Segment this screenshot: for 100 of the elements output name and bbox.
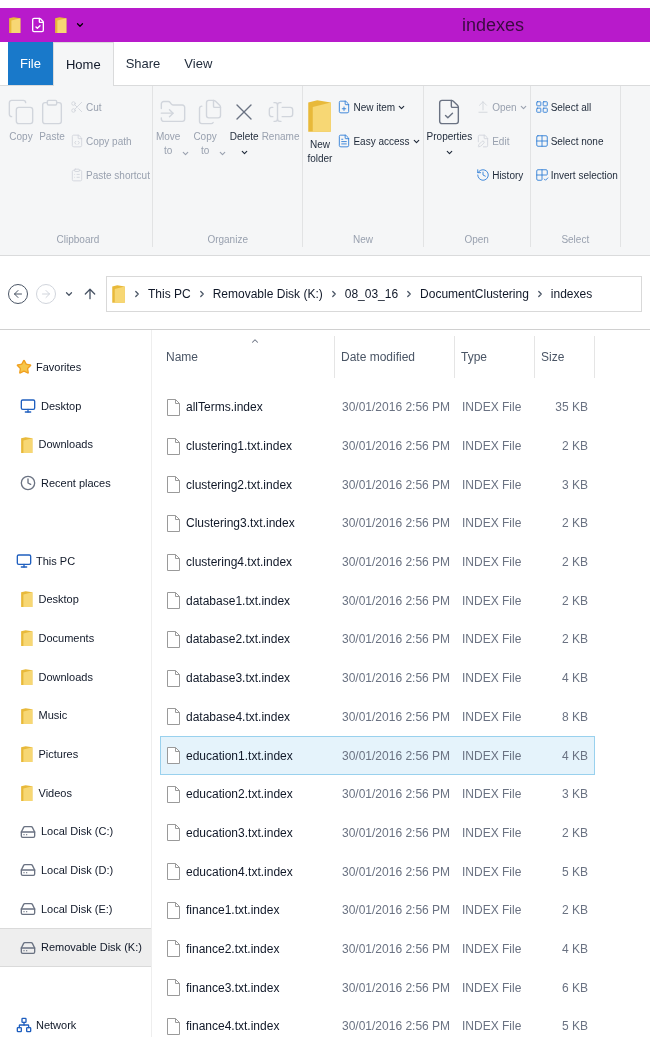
file-size: 4 KB	[561, 747, 589, 765]
ribbon-button[interactable]: Properties	[425, 94, 474, 157]
sidebar-item[interactable]: Network	[0, 1005, 151, 1037]
file-icon	[167, 785, 180, 803]
file-name: database2.txt.index	[186, 631, 291, 649]
ribbon-tab[interactable]: File	[8, 42, 53, 85]
file-icon	[167, 824, 180, 842]
file-row[interactable]: education3.txt.index 30/01/2016 2:56 PM INDEX File 2 KB	[160, 813, 595, 853]
date-modified: 30/01/2016 2:56 PM	[341, 438, 452, 456]
file-row[interactable]: finance3.txt.index 30/01/2016 2:56 PM INDEX File 6 KB	[160, 968, 595, 1007]
computer-icon	[16, 552, 32, 569]
file-row[interactable]: database1.txt.index 30/01/2016 2:56 PM INDEX File 2 KB	[160, 581, 595, 621]
file-row[interactable]: database4.txt.index 30/01/2016 2:56 PM INDEX File 8 KB	[160, 697, 595, 737]
column-header[interactable]: Type	[455, 336, 535, 378]
ribbon-tab[interactable]: View	[172, 42, 225, 85]
date-modified: 30/01/2016 2:56 PM	[341, 708, 452, 726]
file-size: 6 KB	[561, 979, 589, 997]
file-row[interactable]: clustering4.txt.index 30/01/2016 2:56 PM INDEX File 2 KB	[160, 542, 595, 582]
ribbon-button[interactable]: Select all	[534, 94, 618, 120]
column-header[interactable]: Size	[535, 336, 595, 378]
ribbon-tab[interactable]: Share	[113, 42, 173, 85]
ribbon-button[interactable]: History	[476, 162, 528, 188]
file-row[interactable]: database2.txt.index 30/01/2016 2:56 PM INDEX File 2 KB	[160, 620, 595, 659]
ribbon-button[interactable]: Delete	[228, 94, 260, 157]
sidebar-item[interactable]: Desktop	[0, 580, 151, 619]
breadcrumb[interactable]: Removable Disk (K:)	[212, 285, 323, 303]
file-icon	[167, 630, 180, 648]
sidebar-item[interactable]: Local Disk (C:)	[0, 812, 151, 851]
sidebar-item[interactable]: Favorites	[0, 348, 151, 387]
file-row[interactable]: allTerms.index 30/01/2016 2:56 PM INDEX File 35 KB	[160, 388, 595, 427]
file-size: 2 KB	[561, 631, 589, 649]
grid-icon	[534, 100, 549, 114]
file-size: 35 KB	[554, 399, 589, 417]
date-modified: 30/01/2016 2:56 PM	[341, 554, 452, 572]
column-header[interactable]: Date modified	[335, 336, 455, 378]
date-modified: 30/01/2016 2:56 PM	[341, 399, 452, 417]
column-header[interactable]: Name	[160, 336, 335, 378]
sidebar-item[interactable]: Local Disk (D:)	[0, 850, 151, 890]
file-row[interactable]: finance4.txt.index 30/01/2016 2:56 PM INDEX File 5 KB	[160, 1007, 595, 1037]
sidebar-item[interactable]: Local Disk (E:)	[0, 889, 151, 929]
ribbon-button[interactable]: Invert selection	[534, 162, 618, 188]
file-icon	[167, 553, 180, 571]
file-row[interactable]: Clustering3.txt.index 30/01/2016 2:56 PM INDEX File 2 KB	[160, 504, 595, 543]
folder-icon	[20, 745, 34, 764]
file-icon	[167, 901, 180, 919]
ribbon-button[interactable]: Select none	[534, 128, 618, 154]
copy-icon	[7, 98, 35, 126]
up-arrow-icon[interactable]	[82, 286, 98, 302]
caret-icon	[217, 149, 227, 158]
breadcrumb[interactable]: DocumentClustering	[420, 285, 529, 303]
sidebar-item[interactable]: Recent places	[0, 464, 151, 503]
sidebar-item[interactable]: Desktop	[0, 386, 151, 426]
file-row[interactable]: education1.txt.index 30/01/2016 2:56 PM INDEX File 4 KB	[160, 736, 595, 775]
date-modified: 30/01/2016 2:56 PM	[341, 940, 452, 958]
file-icon	[167, 476, 180, 494]
file-size: 2 KB	[561, 902, 589, 920]
file-row[interactable]: finance2.txt.index 30/01/2016 2:56 PM INDEX File 4 KB	[160, 929, 595, 969]
file-type: INDEX File	[461, 786, 523, 804]
file-row[interactable]: database3.txt.index 30/01/2016 2:56 PM INDEX File 4 KB	[160, 658, 595, 698]
file-size: 2 KB	[561, 438, 589, 456]
ribbon-button[interactable]: New folder	[305, 94, 335, 166]
caret-icon	[239, 148, 249, 157]
file-row[interactable]: finance1.txt.index 30/01/2016 2:56 PM INDEX File 2 KB	[160, 890, 595, 930]
date-modified: 30/01/2016 2:56 PM	[341, 631, 452, 649]
group-label: Clipboard	[55, 233, 101, 247]
file-size: 8 KB	[561, 708, 589, 726]
ribbon-button[interactable]: Easy access	[337, 128, 421, 154]
folder-icon	[8, 16, 22, 34]
file-icon	[167, 863, 180, 881]
caret-icon[interactable]	[75, 20, 85, 30]
sidebar-item[interactable]: Videos	[0, 773, 151, 813]
breadcrumb[interactable]: This PC	[148, 285, 191, 303]
file-name: education3.txt.index	[186, 824, 293, 842]
file-name: clustering2.txt.index	[186, 476, 293, 494]
file-type: INDEX File	[461, 863, 523, 881]
address-field[interactable]: This PC Removable Disk (K:) 08_03_16 DocumentClustering indexes	[106, 276, 642, 312]
file-name: finance4.txt.index	[186, 1018, 280, 1036]
file-row[interactable]: education2.txt.index 30/01/2016 2:56 PM INDEX File 3 KB	[160, 774, 595, 814]
file-size: 2 KB	[561, 515, 589, 533]
date-modified: 30/01/2016 2:56 PM	[341, 515, 452, 533]
file-name: education4.txt.index	[186, 863, 293, 881]
ribbon-button[interactable]: New item	[337, 94, 421, 120]
sidebar-item[interactable]: Downloads	[0, 657, 151, 697]
recent-locations-icon[interactable]	[64, 289, 74, 299]
file-row[interactable]: clustering2.txt.index 30/01/2016 2:56 PM INDEX File 3 KB	[160, 465, 595, 505]
clipboard-icon	[70, 168, 84, 182]
sidebar-item[interactable]: Removable Disk (K:)	[0, 928, 151, 967]
breadcrumb[interactable]: 08_03_16	[344, 285, 399, 303]
ribbon-tab[interactable]: Home	[52, 42, 114, 86]
document-check-icon[interactable]	[29, 17, 46, 33]
sidebar-item[interactable]: Pictures	[0, 734, 151, 774]
sidebar-item[interactable]: Music	[0, 696, 151, 735]
sidebar-item[interactable]: Documents	[0, 618, 151, 658]
file-row[interactable]: clustering1.txt.index 30/01/2016 2:56 PM INDEX File 2 KB	[160, 426, 595, 466]
breadcrumb[interactable]: indexes	[550, 285, 593, 303]
file-type: INDEX File	[461, 554, 523, 572]
history-icon	[476, 168, 491, 182]
sidebar-item[interactable]: This PC	[0, 541, 151, 581]
sidebar-item[interactable]: Downloads	[0, 425, 151, 465]
file-row[interactable]: education4.txt.index 30/01/2016 2:56 PM INDEX File 5 KB	[160, 852, 595, 891]
